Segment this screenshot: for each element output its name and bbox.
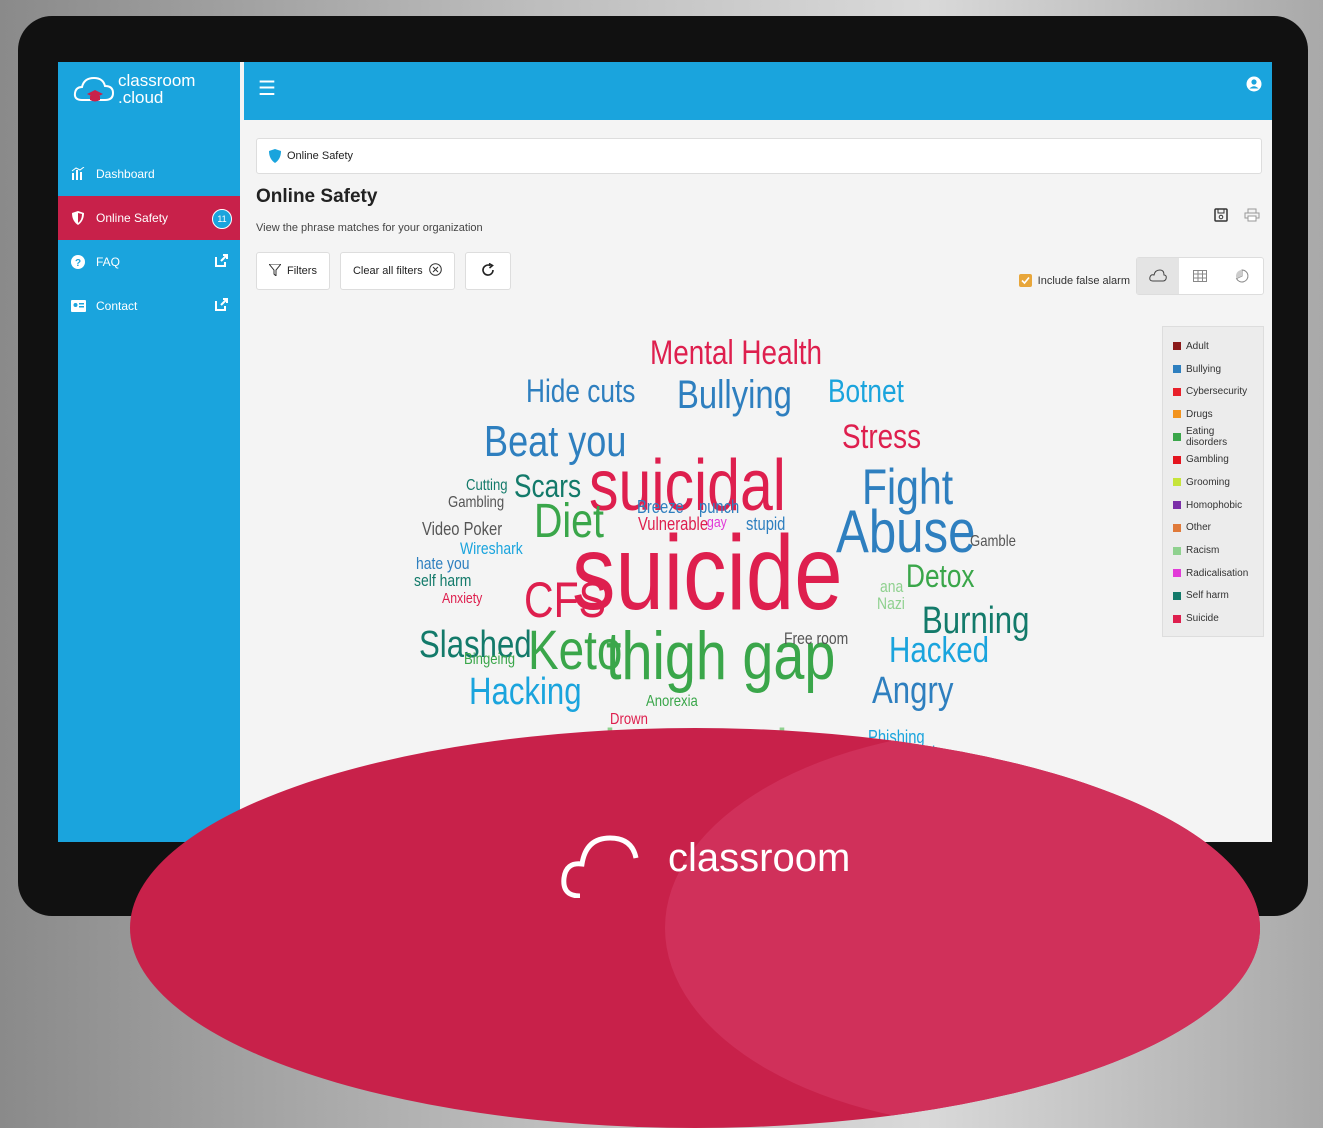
svg-text:?: ? <box>75 258 81 269</box>
word-cloud-term[interactable]: Stress <box>842 420 921 454</box>
legend-label: Eating disorders <box>1186 426 1228 449</box>
sidebar-nav: Dashboard Online Safety 11 ? FAQ Contact <box>58 152 240 328</box>
logo-text-line1: classroom <box>118 71 196 90</box>
hamburger-icon[interactable]: ☰ <box>258 76 276 101</box>
legend-label: Racism <box>1186 545 1220 557</box>
sidebar-item-dashboard[interactable]: Dashboard <box>58 152 240 196</box>
cloud-logo-icon <box>561 835 639 898</box>
legend-label: Drugs <box>1186 408 1213 420</box>
banner-logo-text: classroom <box>668 836 851 880</box>
legend-item[interactable]: Drugs <box>1173 403 1255 426</box>
sidebar-item-contact[interactable]: Contact <box>58 284 240 328</box>
dashboard-icon <box>70 166 86 182</box>
sidebar-item-label: FAQ <box>96 255 121 269</box>
word-cloud-term[interactable]: Hacked <box>889 632 989 668</box>
sidebar-item-online-safety[interactable]: Online Safety 11 <box>58 196 240 240</box>
legend-item[interactable]: Other <box>1173 517 1255 540</box>
legend-swatch <box>1173 387 1181 396</box>
word-cloud-term[interactable]: Gamble <box>970 534 1016 550</box>
legend-swatch <box>1173 478 1181 487</box>
word-cloud-term[interactable]: suicidal <box>589 450 786 522</box>
word-cloud-term[interactable]: Detox <box>906 560 975 592</box>
legend-label: Homophobic <box>1186 499 1243 511</box>
word-cloud-term[interactable]: Free room <box>784 630 848 647</box>
user-icon[interactable] <box>1246 76 1262 97</box>
word-cloud-term[interactable]: Angry <box>872 672 953 710</box>
legend-swatch <box>1173 614 1181 623</box>
legend-swatch <box>1173 455 1181 464</box>
legend: Adult Bullying Cybersecurity Drugs Eating di… <box>1162 326 1264 637</box>
cloud-logo-icon <box>73 76 115 102</box>
top-bar: ☰ <box>244 62 1272 120</box>
app-screen: classroom .cloud Dashboard Online Safety… <box>58 62 1272 842</box>
sidebar-item-label: Dashboard <box>96 167 155 181</box>
word-cloud-term[interactable]: Anxiety <box>442 591 482 606</box>
notification-badge: 11 <box>212 209 232 229</box>
legend-item[interactable]: Gambling <box>1173 448 1255 471</box>
legend-item[interactable]: Suicide <box>1173 607 1255 630</box>
legend-swatch <box>1173 501 1181 510</box>
legend-swatch <box>1173 569 1181 578</box>
legend-label: Radicalisation <box>1186 567 1249 579</box>
word-cloud-term[interactable]: Video Poker <box>422 520 502 538</box>
legend-label: Self harm <box>1186 590 1229 602</box>
logo-text-line2: .cloud <box>118 88 164 107</box>
sidebar-item-label: Online Safety <box>96 211 169 225</box>
legend-label: Gambling <box>1186 454 1229 466</box>
shield-icon <box>70 210 86 226</box>
word-cloud-term[interactable]: Botnet <box>828 375 904 407</box>
word-cloud-term[interactable]: Nazi <box>877 595 905 612</box>
sidebar: classroom .cloud Dashboard Online Safety… <box>58 62 240 842</box>
app-logo[interactable]: classroom .cloud <box>72 72 195 106</box>
legend-label: Bullying <box>1186 363 1222 375</box>
legend-label: Grooming <box>1186 476 1230 488</box>
word-cloud-term[interactable]: Gambling <box>448 495 504 511</box>
word-cloud-term[interactable]: Mental Health <box>650 336 822 370</box>
legend-item[interactable]: Bullying <box>1173 358 1255 381</box>
legend-swatch <box>1173 591 1181 600</box>
legend-item[interactable]: Racism <box>1173 539 1255 562</box>
legend-label: Adult <box>1186 340 1209 352</box>
legend-label: Other <box>1186 522 1212 534</box>
legend-swatch <box>1173 342 1181 351</box>
legend-label: Suicide <box>1186 613 1219 625</box>
legend-label: Cybersecurity <box>1186 386 1248 398</box>
word-cloud-term[interactable]: suicide <box>572 520 843 626</box>
word-cloud-term[interactable]: Anorexia <box>646 694 698 710</box>
word-cloud-term[interactable]: self harm <box>414 572 471 589</box>
contact-card-icon <box>70 298 86 314</box>
legend-item[interactable]: Homophobic <box>1173 494 1255 517</box>
word-cloud-term[interactable]: ana <box>880 578 903 595</box>
legend-item[interactable]: Cybersecurity <box>1173 380 1255 403</box>
sidebar-item-label: Contact <box>96 299 138 313</box>
word-cloud-term[interactable]: hate you <box>416 555 469 572</box>
legend-item[interactable]: Adult <box>1173 335 1255 358</box>
word-cloud-term[interactable]: Bingeing <box>464 652 515 668</box>
word-cloud-term[interactable]: Abuse <box>836 502 976 562</box>
word-cloud-term[interactable]: Cutting <box>466 478 508 494</box>
legend-swatch <box>1173 546 1181 555</box>
word-cloud-term[interactable]: Hacking <box>469 673 582 711</box>
legend-item[interactable]: Self harm <box>1173 585 1255 608</box>
sidebar-item-faq[interactable]: ? FAQ <box>58 240 240 284</box>
banner-logo: classroom <box>560 818 850 898</box>
legend-item[interactable]: Eating disorders <box>1173 426 1255 449</box>
legend-swatch <box>1173 365 1181 374</box>
external-link-icon[interactable] <box>215 254 228 270</box>
legend-swatch <box>1173 410 1181 419</box>
help-icon: ? <box>70 254 86 270</box>
word-cloud-term[interactable]: Bullying <box>677 375 792 415</box>
legend-swatch <box>1173 433 1181 442</box>
brand-banner: classroom <box>130 728 1260 1128</box>
legend-swatch <box>1173 523 1181 532</box>
word-cloud-term[interactable]: Hide cuts <box>526 375 635 407</box>
legend-item[interactable]: Grooming <box>1173 471 1255 494</box>
legend-item[interactable]: Radicalisation <box>1173 562 1255 585</box>
banner-highlight <box>665 728 1260 1128</box>
external-link-icon[interactable] <box>215 298 228 314</box>
